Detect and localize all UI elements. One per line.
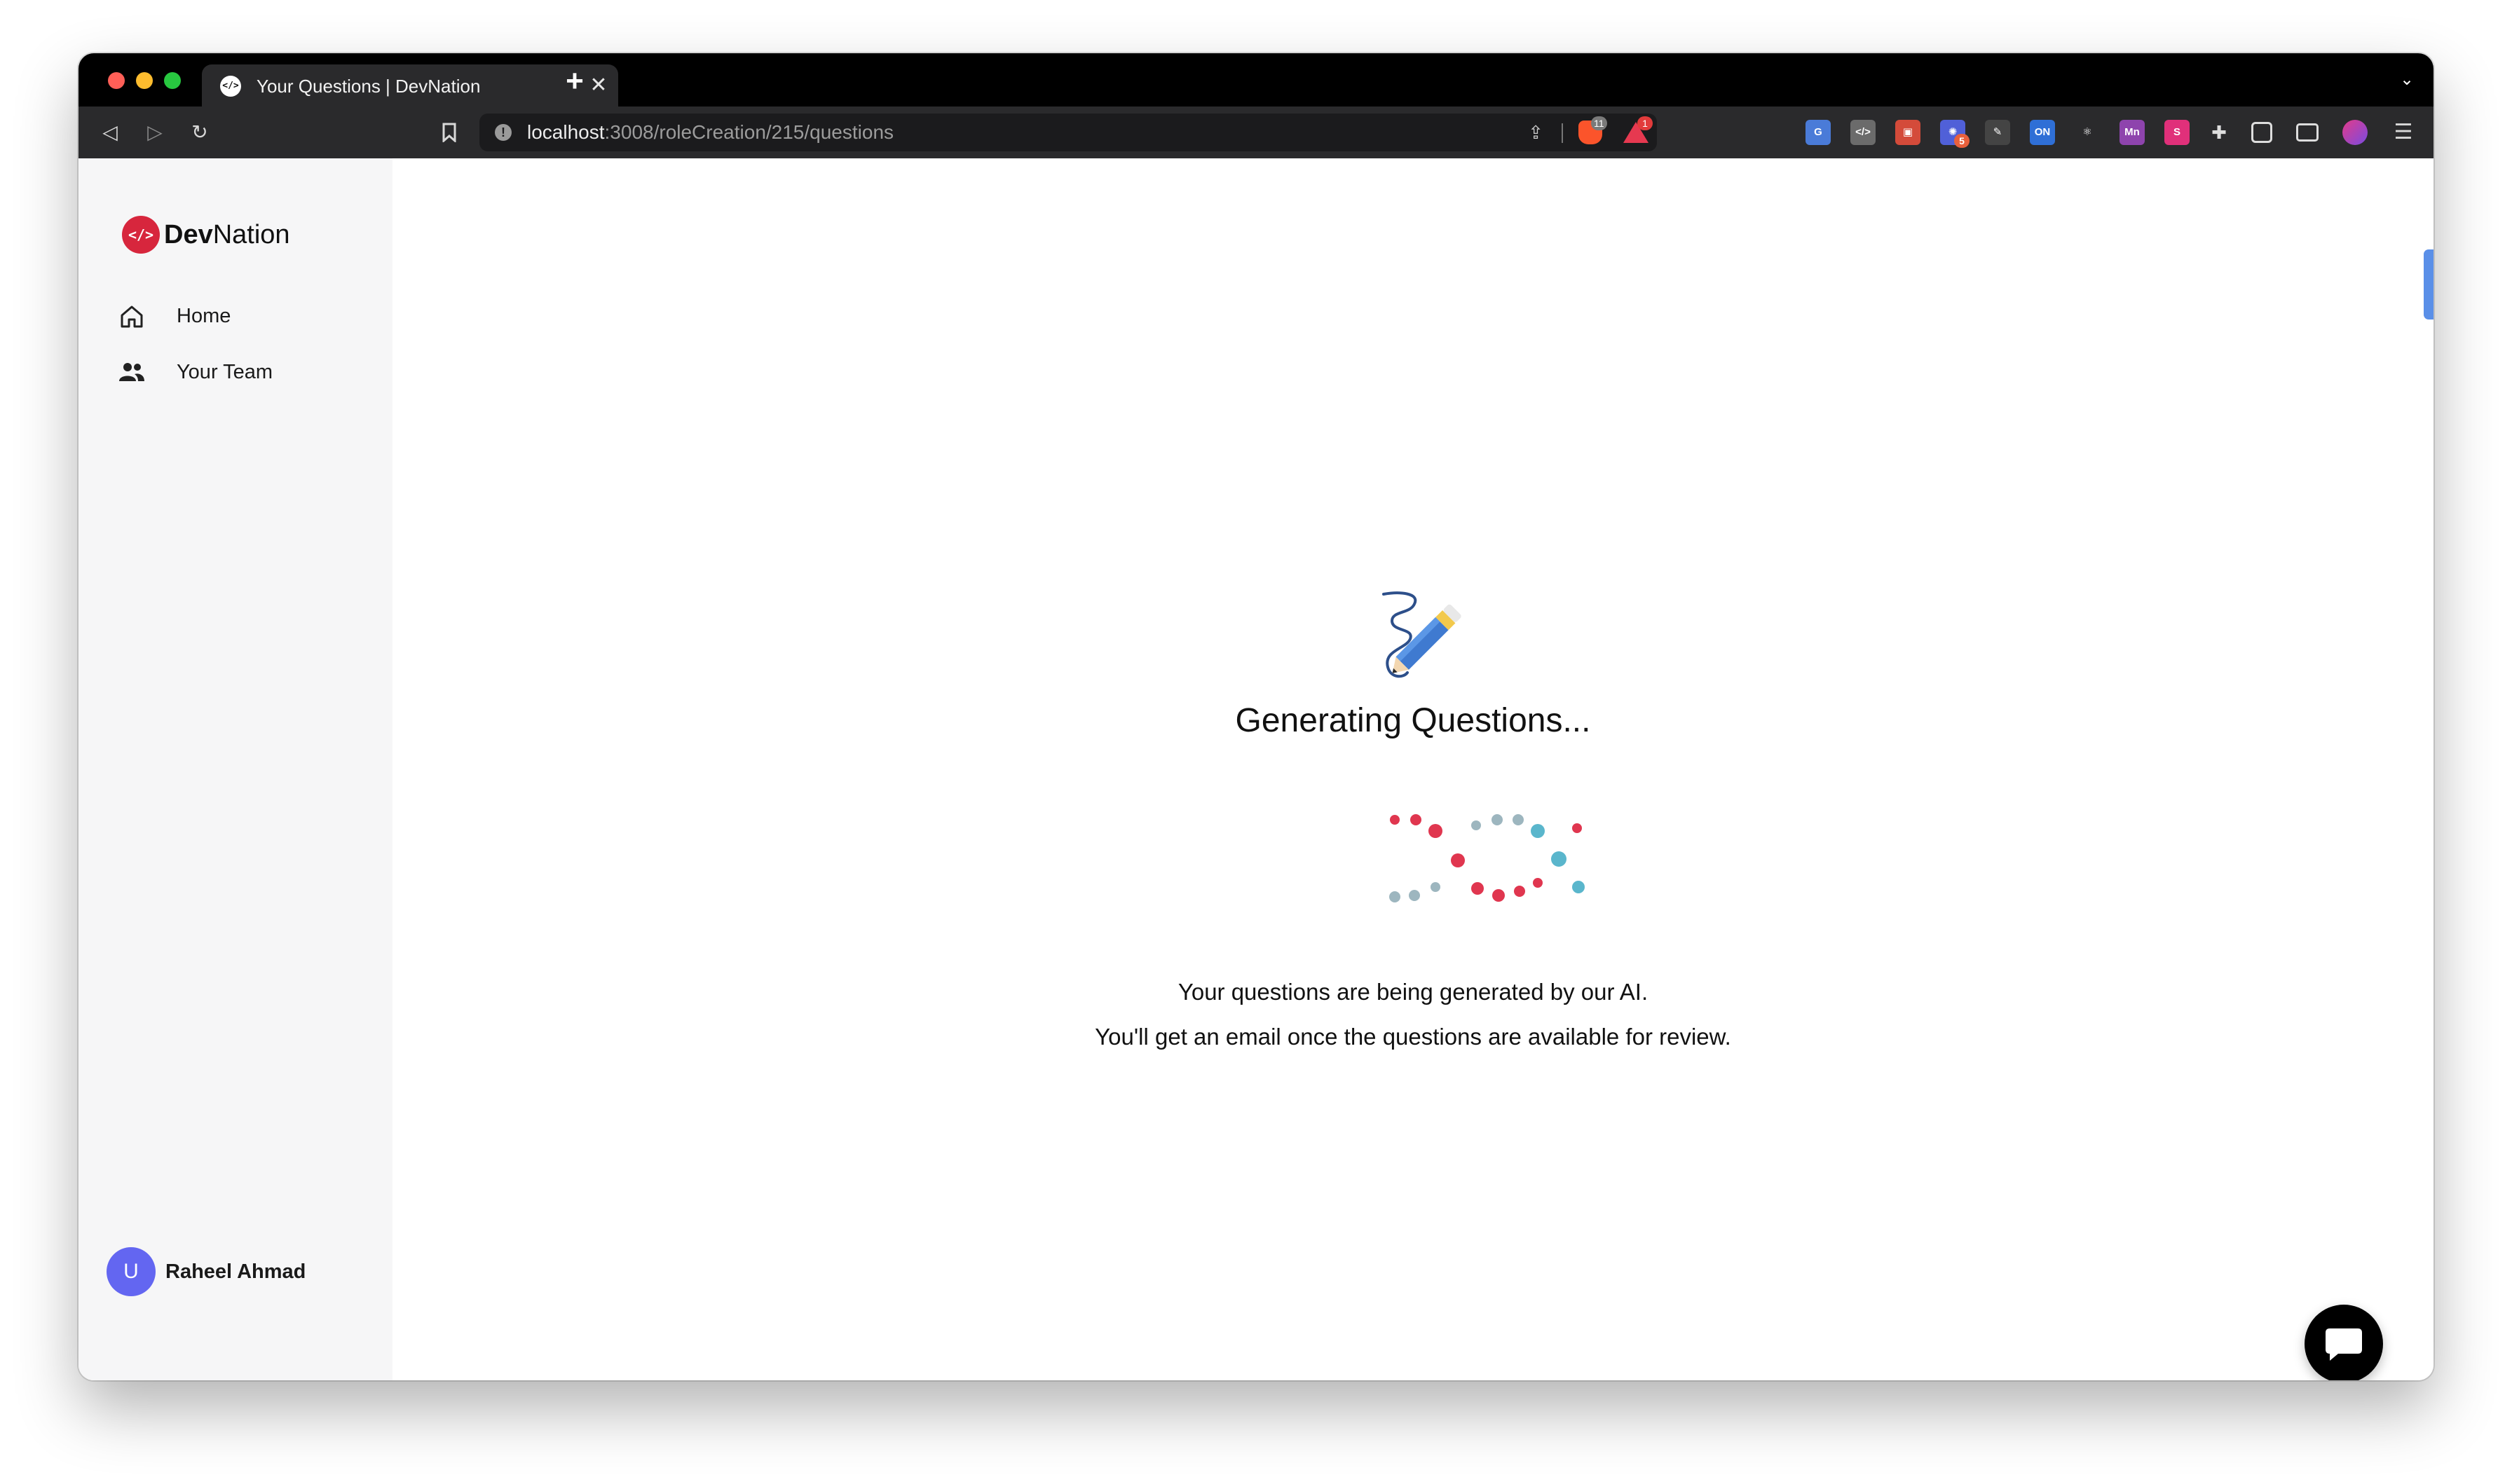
sidebar-item-your-team[interactable]: Your Team [118,352,370,391]
translate-extension-icon[interactable]: G [1805,120,1831,145]
browser-menu-icon[interactable]: ☰ [2390,119,2417,146]
brave-shields-icon[interactable]: 11 [1578,116,1607,144]
profile-avatar-icon[interactable] [2342,120,2368,145]
address-bar[interactable]: ! localhost:3008/roleCreation/215/questi… [479,114,1657,151]
extension-count-badge: 5 [1954,134,1970,148]
loader-dot [1471,882,1484,895]
writing-pencil-icon [1382,591,1461,678]
sidebar-item-label: Home [177,305,231,327]
minimize-window-button[interactable] [136,72,153,89]
loader-dot [1390,815,1400,825]
loader-dot [1513,814,1524,825]
sidebar-item-home[interactable]: Home [118,296,370,335]
browser-window: </> Your Questions | DevNation ✕ + ⌄ ◁ ▷… [78,53,2434,1380]
shields-count-badge: 11 [1591,116,1607,130]
tab-list-chevron-icon[interactable]: ⌄ [2394,67,2419,92]
loader-dot [1410,814,1421,825]
bookmark-icon[interactable] [435,118,464,147]
logo-text: DevNation [164,220,290,249]
user-name: Raheel Ahmad [165,1260,306,1283]
loader-dot [1492,814,1503,825]
user-profile[interactable]: U Raheel Ahmad [107,1247,373,1298]
sidebar-item-label: Your Team [177,361,273,383]
loader-dot [1533,878,1543,888]
loader-dot [1551,851,1566,867]
main-content: Generating Questions... Your questions a… [392,158,2434,1380]
scrollbar-thumb[interactable] [2424,249,2434,320]
pen-extension-icon[interactable]: ✎ [1985,120,2010,145]
code-extension-icon[interactable]: </> [1850,120,1876,145]
red-extension-icon[interactable]: ▣ [1895,120,1920,145]
extensions-puzzle-icon[interactable]: ✚ [2206,120,2232,145]
chat-launcher-button[interactable] [2305,1305,2383,1380]
loader-dot [1471,820,1481,830]
zoom-window-button[interactable] [164,72,181,89]
gear-extension-icon[interactable]: ✺ 5 [1940,120,1970,148]
url-text[interactable]: localhost:3008/roleCreation/215/question… [527,122,894,143]
share-icon[interactable]: ⇪ [1524,121,1548,144]
brave-rewards-icon[interactable]: 1 [1623,116,1653,143]
chat-bubble-icon [2326,1328,2362,1361]
loader-dot [1531,824,1545,838]
address-separator [1562,123,1563,143]
site-info-icon[interactable]: ! [495,124,512,141]
close-window-button[interactable] [108,72,125,89]
loader-dot [1451,853,1465,867]
loader-dot [1428,824,1442,838]
loader-dot [1514,886,1525,897]
wallet-icon[interactable] [2296,123,2319,142]
status-message-email: You'll get an email once the questions a… [1095,1024,1731,1050]
loader-dot [1572,881,1585,893]
mn-extension-icon[interactable]: Mn [2120,120,2145,145]
browser-toolbar: ◁ ▷ ↻ ! localhost:3008/roleCreation/215/… [78,107,2434,158]
avatar: U [107,1247,156,1296]
team-icon [119,363,144,381]
loader-dot [1492,889,1505,902]
new-tab-button[interactable]: + [559,66,590,97]
tab-bar: </> Your Questions | DevNation ✕ + ⌄ [78,53,2434,107]
reload-icon[interactable]: ↻ [185,118,214,147]
status-message-ai: Your questions are being generated by ou… [1178,979,1648,1005]
sidebar: </> DevNation Home Your Team U Raheel Ah… [78,158,392,1380]
loader-dot [1409,890,1420,901]
sidebar-toggle-icon[interactable] [2251,122,2272,143]
loader-dot [1389,891,1400,902]
home-icon [121,305,143,328]
browser-tab[interactable]: </> Your Questions | DevNation ✕ [202,64,618,107]
forward-arrow-icon[interactable]: ▷ [140,118,170,147]
loader-dot [1431,882,1440,892]
tab-title: Your Questions | DevNation [257,76,481,97]
app-page: </> DevNation Home Your Team U Raheel Ah… [78,158,2434,1380]
generating-title: Generating Questions... [1235,702,1591,739]
loading-dots-spinner [1389,814,1585,902]
loader-dot [1572,823,1582,833]
s-extension-icon[interactable]: S [2164,120,2190,145]
react-extension-icon[interactable]: ⚛ [2075,120,2100,145]
back-arrow-icon[interactable]: ◁ [95,118,125,147]
logo-code-icon: </> [122,216,160,254]
rewards-count-badge: 1 [1637,116,1653,130]
favicon-icon: </> [220,76,241,97]
on-extension-icon[interactable]: ON [2030,120,2055,145]
